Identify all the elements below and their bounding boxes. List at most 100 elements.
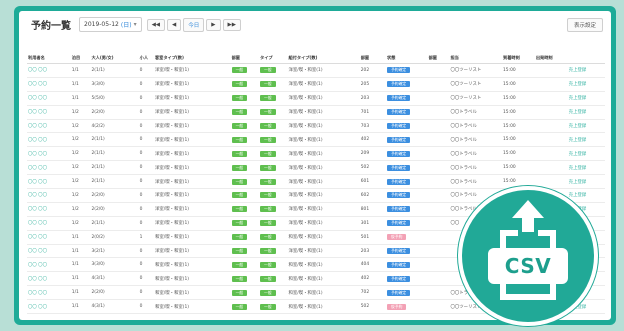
sales-register-link[interactable]: 売上登録 — [567, 91, 605, 106]
col-nights[interactable]: 泊目 — [70, 53, 91, 64]
combo-type: 洋室/喫・和室(1) — [287, 119, 360, 134]
csv-label: CSV — [504, 254, 552, 278]
type-tag: 一般 — [260, 150, 276, 157]
plan-tag-cell: 一般 — [230, 285, 260, 301]
arrival-time: 15:00 — [502, 119, 535, 134]
col-room-2[interactable]: 部屋 — [427, 53, 450, 64]
table-row[interactable]: 〇〇 〇〇 1/2 2(1/1) 0 洋室/喫・和室(1) 一般 一般 洋室/喫・和室(1) 2… — [27, 146, 605, 162]
plan-tag-cell: 一般 — [230, 188, 260, 203]
plan-tag-cell: 一般 — [230, 244, 260, 259]
room-number: 402 — [359, 271, 386, 287]
col-departure[interactable]: 出発時刻 — [534, 53, 568, 64]
page-title: 予約一覧 — [31, 21, 71, 32]
sales-register-link[interactable]: 売上登録 — [567, 174, 605, 190]
sales-register-link[interactable]: 売上登録 — [567, 160, 605, 176]
room-number: 602 — [359, 188, 386, 203]
combo-type: 洋室/喫・和室(1) — [287, 244, 360, 259]
weekday-label: (日) — [120, 22, 132, 29]
sales-register-link[interactable]: 売上登録 — [567, 119, 605, 134]
plan-tag: 一般 — [231, 81, 248, 88]
table-row[interactable]: 〇〇 〇〇 1/2 4(2/2) 0 洋室/喫・和室(1) 一般 一般 洋室/喫・和室(1) 7… — [27, 119, 605, 134]
departure-time — [534, 77, 568, 92]
plan-tag-cell: 一般 — [230, 216, 260, 231]
guest-name[interactable]: 〇〇 〇〇 — [27, 119, 71, 134]
col-guest-name[interactable]: 利用者名 — [27, 53, 71, 64]
room-number: 703 — [359, 119, 386, 134]
col-room[interactable]: 部屋 — [359, 53, 386, 64]
status-badge: 予約確定 — [387, 136, 411, 143]
guest-name[interactable]: 〇〇 〇〇 — [27, 160, 71, 176]
sales-register-link[interactable]: 売上登録 — [567, 146, 605, 162]
nights: 1/1 — [70, 271, 91, 287]
col-combo-type[interactable]: 組付タイプ(数) — [287, 53, 360, 64]
first-page-button[interactable]: ◀◀ — [146, 18, 166, 31]
status-badge-cell: 予約確定 — [386, 285, 428, 301]
room-type: 洋室/喫・和室(1) — [153, 105, 231, 120]
child-count: 0 — [138, 202, 154, 217]
sales-register-link[interactable]: 売上登録 — [567, 105, 605, 120]
plan-tag: 一般 — [231, 67, 248, 74]
table-row[interactable]: 〇〇 〇〇 1/2 2(1/1) 0 洋室/喫・和室(1) 一般 一般 洋室/喫・和室(1) 5… — [27, 160, 605, 176]
room-2 — [427, 119, 450, 134]
guest-name[interactable]: 〇〇 〇〇 — [27, 216, 71, 231]
sales-register-link[interactable]: 売上登録 — [567, 77, 605, 92]
guest-name[interactable]: 〇〇 〇〇 — [27, 271, 71, 287]
status-badge: 予約確定 — [387, 275, 411, 282]
guest-name[interactable]: 〇〇 〇〇 — [27, 202, 71, 217]
room-type: 洋室/喫・和室(1) — [153, 119, 231, 134]
table-row[interactable]: 〇〇 〇〇 1/1 2(1/1) 0 洋室/喫・和室(1) 一般 一般 洋室/喫・和室(1) 2… — [27, 63, 605, 78]
guest-name[interactable]: 〇〇 〇〇 — [27, 230, 71, 245]
col-plan[interactable]: 部屋 — [230, 53, 260, 64]
date-selector[interactable]: 2019-05-12 (日) ▾ — [79, 17, 142, 32]
col-arrival[interactable]: 到着時刻 — [502, 53, 535, 64]
combo-type: 洋室/喫・和室(1) — [287, 160, 360, 176]
col-adults[interactable]: 大人(男/女) — [90, 53, 139, 64]
col-status[interactable]: 状態 — [386, 53, 428, 64]
agent-name: 〇〇ツーリスト — [449, 91, 503, 106]
guest-name[interactable]: 〇〇 〇〇 — [27, 257, 71, 273]
next-day-button[interactable]: ▶ — [206, 18, 221, 31]
child-count: 0 — [138, 105, 154, 120]
prev-day-button[interactable]: ◀ — [167, 18, 182, 31]
guest-name[interactable]: 〇〇 〇〇 — [27, 285, 71, 301]
guest-name[interactable]: 〇〇 〇〇 — [27, 63, 71, 78]
date-value: 2019-05-12 — [84, 21, 119, 28]
guest-name[interactable]: 〇〇 〇〇 — [27, 105, 71, 120]
agent-name: 〇〇トラベル — [449, 119, 503, 134]
room-type: 洋室/喫・和室(1) — [153, 63, 231, 78]
guest-name[interactable]: 〇〇 〇〇 — [27, 91, 71, 106]
guest-name[interactable]: 〇〇 〇〇 — [27, 299, 71, 315]
table-row[interactable]: 〇〇 〇〇 1/2 2(2/0) 0 洋室/喫・和室(1) 一般 一般 洋室/喫・和室(1) 7… — [27, 105, 605, 120]
table-row[interactable]: 〇〇 〇〇 1/1 3(3/0) 0 洋室/喫・和室(1) 一般 一般 洋室/喫・和室(1) 2… — [27, 77, 605, 92]
sales-register-link[interactable]: 売上登録 — [567, 63, 605, 78]
table-row[interactable]: 〇〇 〇〇 1/1 5(5/0) 0 洋室/喫・和室(1) 一般 一般 洋室/喫・和室(1) 2… — [27, 91, 605, 106]
col-children[interactable]: 小人 — [138, 53, 154, 64]
nights: 1/2 — [70, 146, 91, 162]
guest-name[interactable]: 〇〇 〇〇 — [27, 77, 71, 92]
today-button[interactable]: 今日 — [183, 17, 205, 32]
plan-tag-cell: 一般 — [230, 63, 260, 78]
guest-name[interactable]: 〇〇 〇〇 — [27, 244, 71, 259]
col-room-type[interactable]: 客室タイプ(数) — [153, 53, 231, 64]
room-2 — [427, 230, 450, 245]
arrival-time: 15:00 — [502, 160, 535, 176]
room-number: 702 — [359, 285, 386, 301]
child-count: 0 — [138, 216, 154, 231]
guest-name[interactable]: 〇〇 〇〇 — [27, 174, 71, 190]
room-number: 502 — [359, 160, 386, 176]
display-settings-button[interactable]: 表示設定 — [566, 17, 603, 32]
room-number: 209 — [359, 146, 386, 162]
sales-register-link[interactable]: 売上登録 — [567, 132, 605, 148]
guest-name[interactable]: 〇〇 〇〇 — [27, 146, 71, 162]
csv-export-badge[interactable]: CSV — [458, 186, 598, 326]
guest-name[interactable]: 〇〇 〇〇 — [27, 132, 71, 148]
col-agent[interactable]: 担当 — [449, 53, 503, 64]
last-page-button[interactable]: ▶▶ — [222, 18, 241, 31]
table-row[interactable]: 〇〇 〇〇 1/2 2(1/1) 0 洋室/喫・和室(1) 一般 一般 洋室/喫・和室(1) 4… — [27, 132, 605, 148]
type-tag-cell: 一般 — [259, 285, 288, 301]
guest-name[interactable]: 〇〇 〇〇 — [27, 188, 71, 203]
col-type[interactable]: タイプ — [259, 53, 288, 64]
type-tag-cell: 一般 — [259, 105, 288, 120]
nights: 1/2 — [70, 105, 91, 120]
nights: 1/2 — [70, 202, 91, 217]
